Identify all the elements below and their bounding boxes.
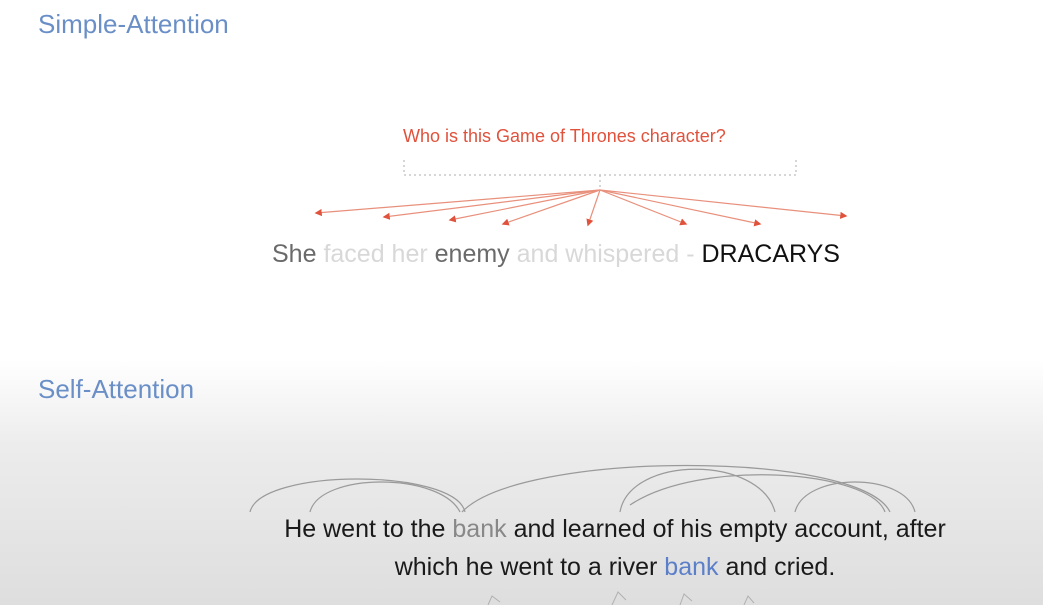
- word-enemy: enemy: [434, 240, 510, 268]
- word-bank-river: bank: [664, 553, 719, 581]
- arc-trace: [611, 591, 627, 605]
- question-bracket: [403, 160, 797, 176]
- self-attention-title: Self-Attention: [38, 374, 195, 404]
- line1-end: and learned of his empty account, after: [513, 515, 946, 543]
- self-attention-line-2: which he went to a river bank and cried.: [180, 548, 1043, 586]
- self-attention-arc: [794, 481, 916, 513]
- self-attention-arc: [619, 468, 776, 513]
- attention-question: Who is this Game of Thrones character?: [403, 126, 726, 146]
- words-and-whispered: and whispered -: [516, 240, 695, 268]
- attention-arrow: [599, 189, 762, 227]
- line2-end: and cried.: [725, 553, 836, 581]
- word-bank-financial: bank: [452, 515, 507, 543]
- self-attention-line-1: He went to the bank and learned of his e…: [180, 510, 1043, 548]
- line2-start: which he went to a river: [394, 553, 658, 581]
- line1-start: He went to the: [284, 515, 446, 543]
- attention-arrow: [314, 189, 601, 217]
- attention-arrow: [599, 189, 848, 219]
- arc-trace: [679, 593, 693, 605]
- attention-arrow: [586, 189, 601, 227]
- self-attention-sentence: He went to the bank and learned of his e…: [180, 510, 1043, 586]
- simple-attention-sentence: She faced her enemy and whispered - DRAC…: [272, 240, 840, 269]
- word-dracarys: DRACARYS: [701, 240, 840, 268]
- attention-arrow: [448, 189, 601, 223]
- self-attention-arc: [309, 481, 461, 513]
- self-attention-arc: [461, 464, 891, 513]
- arc-trace: [743, 595, 755, 605]
- self-attention-arc: [629, 474, 886, 513]
- arc-trace: [487, 595, 501, 605]
- word-she: She: [272, 240, 317, 268]
- attention-arrow: [382, 189, 601, 220]
- words-faced-her: faced her: [323, 240, 428, 268]
